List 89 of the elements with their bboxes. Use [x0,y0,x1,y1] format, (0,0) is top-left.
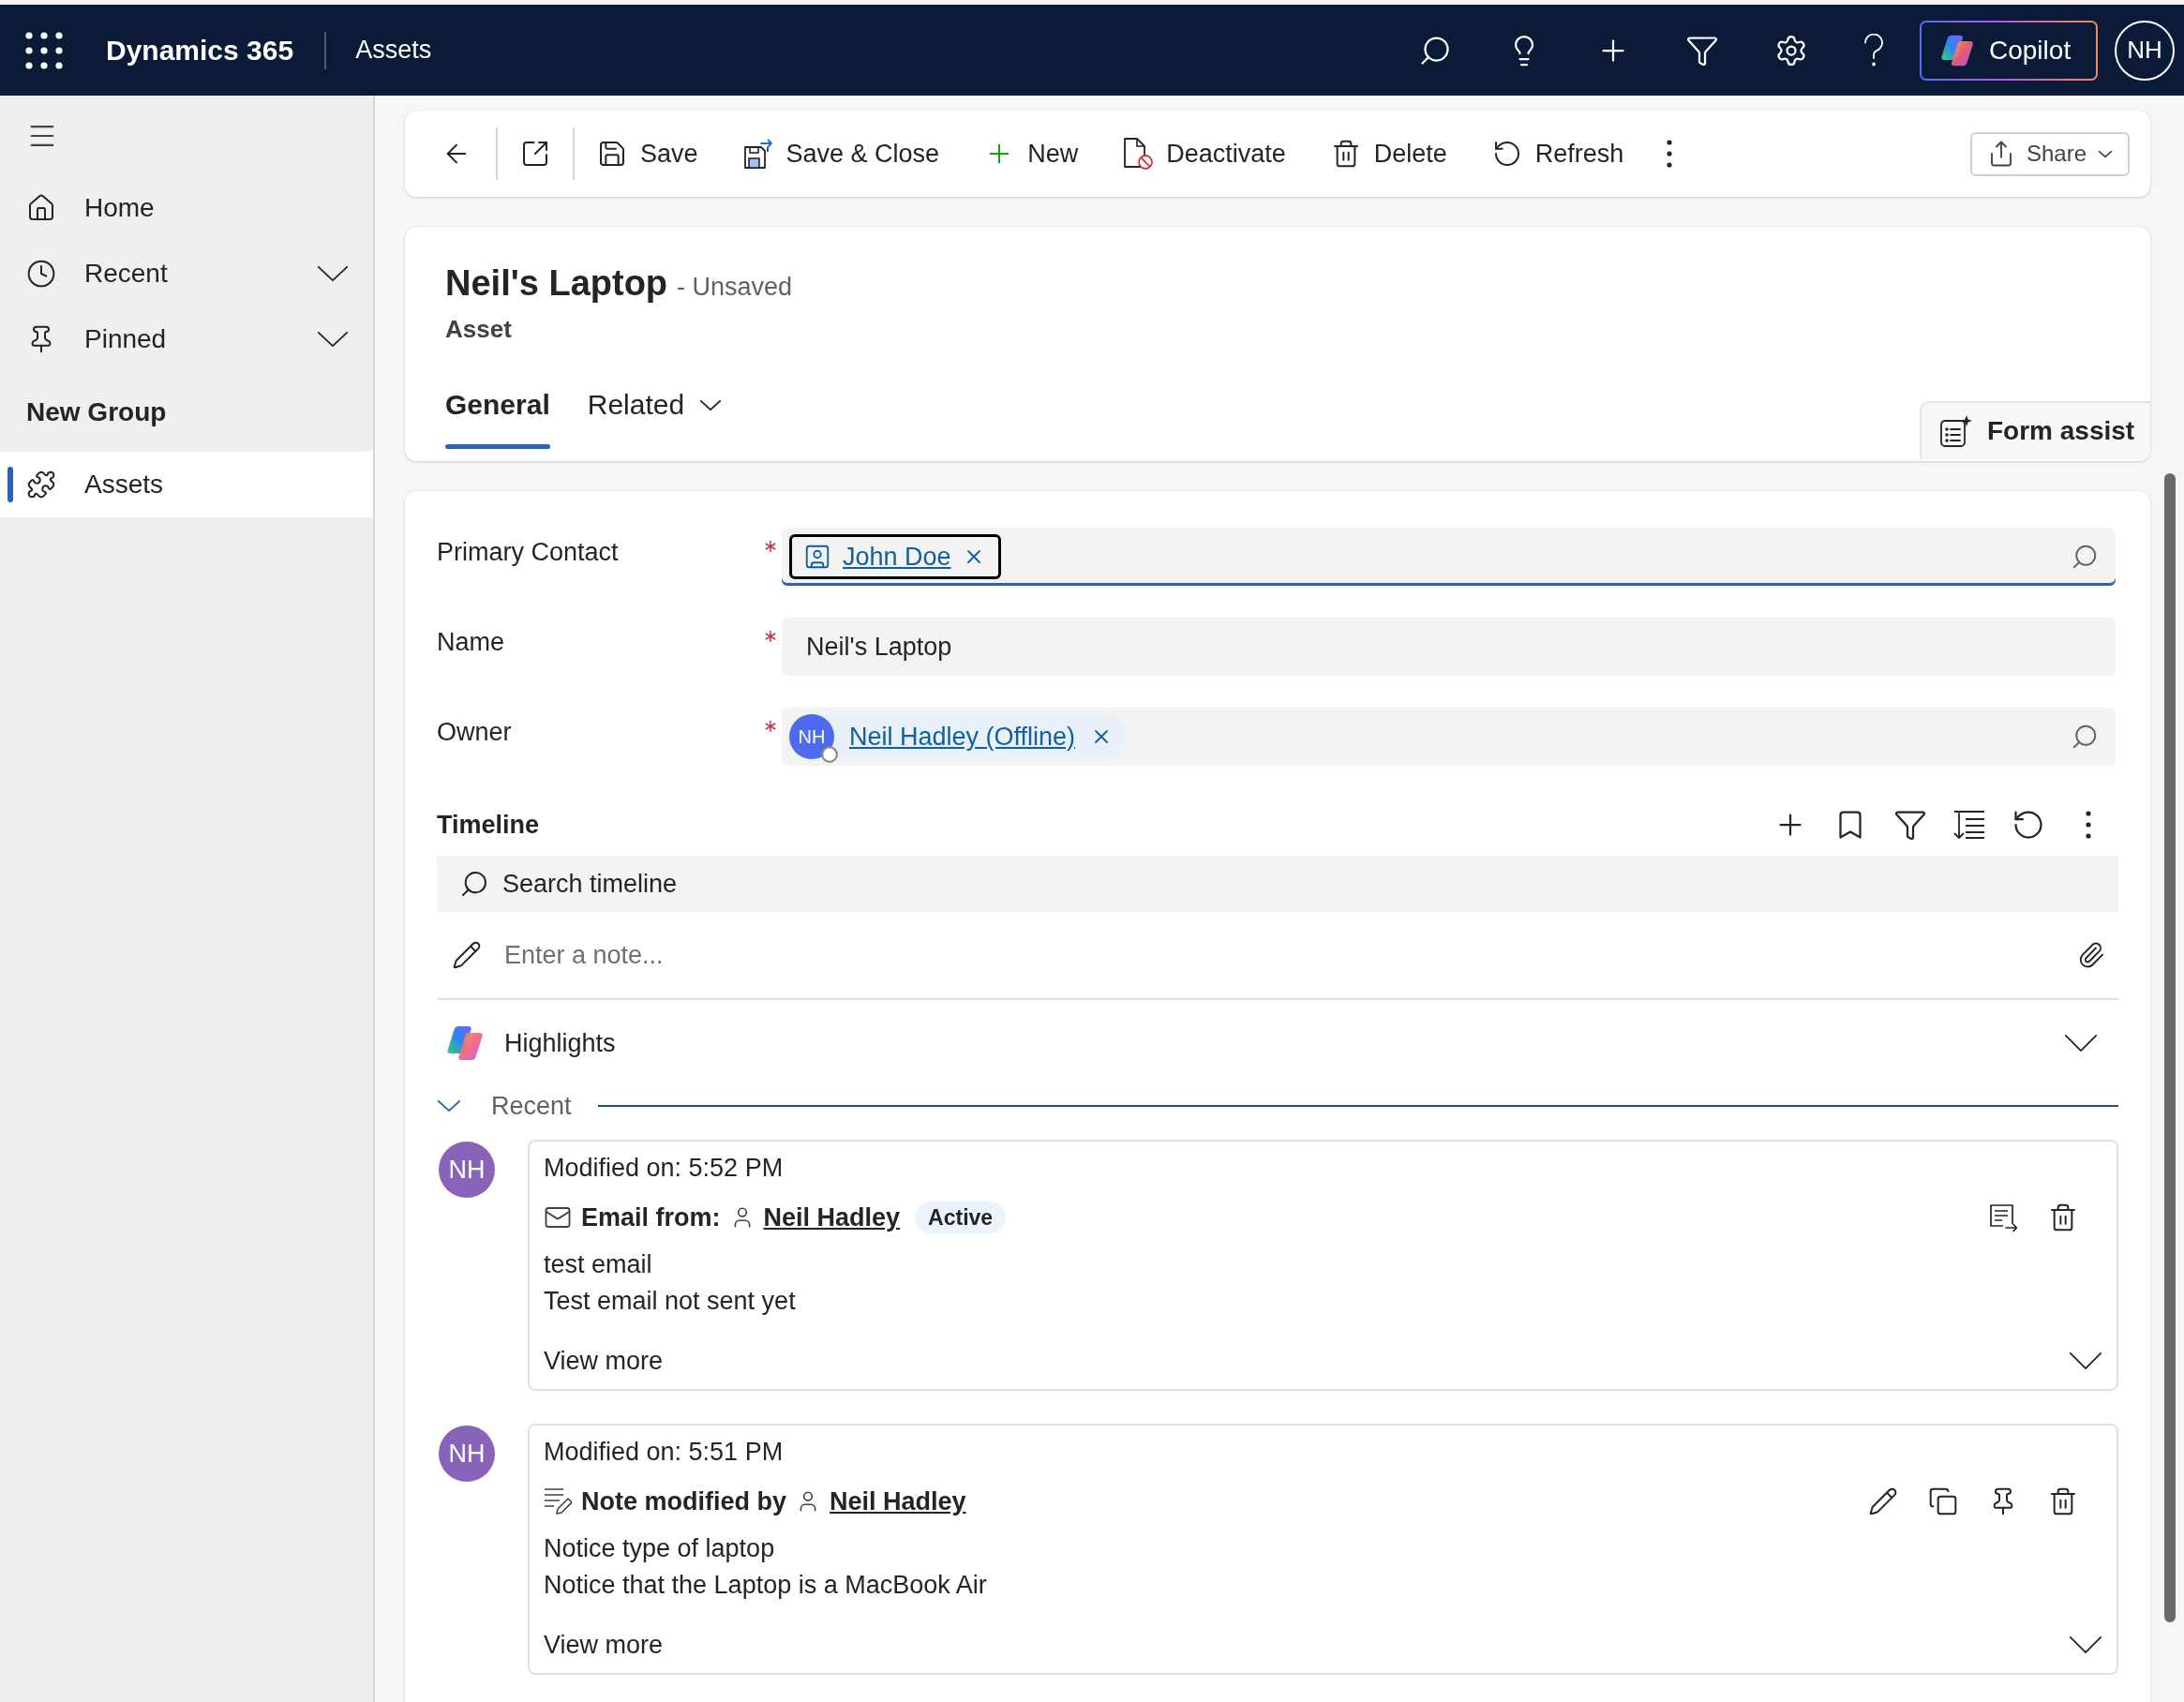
app-launcher-icon[interactable] [25,31,63,69]
entity-name: Asset [445,314,512,344]
status-badge: Active [915,1202,1007,1233]
sidebar-item[interactable]: Home [0,175,373,241]
save-close-button[interactable]: Save & Close [727,126,955,182]
deactivate-button[interactable]: Deactivate [1108,126,1301,182]
puzzle-icon [26,470,56,500]
contact-icon [803,543,831,571]
pencil-icon[interactable] [1868,1486,1898,1516]
chevron-down-icon[interactable] [2069,1635,2102,1654]
avatar: NH [439,1142,495,1198]
field-label: Primary Contact [437,537,620,568]
paperclip-icon[interactable] [2077,941,2105,969]
trash-icon[interactable] [2048,1202,2078,1232]
trash-icon[interactable] [2048,1486,2078,1516]
form-assist-icon [1940,415,1972,447]
lookup-field[interactable]: NH Neil Hadley (Offline) [782,708,2116,766]
chevron-down-icon[interactable] [317,265,349,282]
highlights-header[interactable]: Highlights [437,1000,2118,1086]
more-icon[interactable] [2086,811,2091,839]
copilot-icon [1940,33,1974,67]
filter-icon[interactable] [1893,808,1927,842]
save-status: - Unsaved [677,273,793,302]
refresh-button[interactable]: Refresh [1476,126,1639,182]
contact-link[interactable]: John Doe [843,542,951,572]
tab[interactable]: General [445,375,550,461]
settings-icon[interactable] [1774,33,1808,67]
activity-text: Notice type of laptop [544,1533,775,1564]
copy-icon[interactable] [1928,1486,1958,1516]
lookup-field[interactable]: John Doe [782,528,2116,586]
save-icon [597,139,627,169]
chevron-down-icon[interactable] [2069,1351,2102,1370]
chevron-down-icon[interactable] [437,1099,461,1112]
avatar: NH [789,714,834,759]
app-title: Dynamics 365 [106,34,294,67]
sort-icon[interactable] [1953,810,1985,840]
author-link[interactable]: Neil Hadley [830,1486,966,1516]
selected-indicator [7,467,13,502]
form-assist-button[interactable]: Form assist [1920,401,2150,459]
more-icon[interactable] [1667,140,1673,168]
help-icon[interactable] [1863,33,1884,67]
chevron-down-icon [2098,149,2113,158]
field-label: Name [437,627,506,658]
sidebar-item[interactable]: Assets [0,452,373,517]
share-button[interactable]: Share [1969,131,2130,176]
offline-status-icon [821,746,838,763]
activity-text: Test email not sent yet [544,1286,796,1317]
modified-time: Modified on: 5:52 PM [544,1153,784,1184]
activity-title: Email from: [581,1202,721,1232]
group-heading: New Group [26,396,167,427]
note-field[interactable]: Enter a note... [437,912,2118,1000]
field-label: Owner [437,717,513,748]
activity-title: Note modified by [581,1486,786,1516]
view-more-link[interactable]: View more [544,1346,664,1376]
view-more-link[interactable]: View more [544,1630,664,1660]
timeline-heading: Timeline [437,810,540,840]
save-close-icon [742,139,773,169]
record-title: Neil's Laptop [445,262,668,305]
contact-tag[interactable]: John Doe [789,534,1001,579]
user-avatar[interactable]: NH [2115,20,2175,81]
search-field[interactable]: Search timeline [437,856,2118,912]
activity-text: Notice that the Laptop is a MacBook Air [544,1570,987,1601]
scrollbar-thumb[interactable] [2164,473,2176,1622]
note-icon [544,1487,572,1515]
user-link[interactable]: Neil Hadley (Offline) [849,722,1076,752]
author-link[interactable]: Neil Hadley [763,1202,901,1232]
new-button[interactable]: New [969,126,1094,182]
document-arrow-icon[interactable] [1990,1203,2018,1232]
avatar: NH [439,1426,495,1482]
home-icon [26,193,56,223]
tab[interactable]: Related [587,375,723,461]
delete-button[interactable]: Delete [1315,126,1462,182]
modified-time: Modified on: 5:51 PM [544,1437,784,1468]
activity-text: test email [544,1249,652,1280]
sidebar-item[interactable]: Pinned [0,306,373,372]
copilot-icon [446,1024,484,1062]
save-button[interactable]: Save [582,126,713,182]
search-icon [459,869,489,899]
clock-icon [26,259,56,289]
area-title: Assets [355,36,432,65]
open-new-window-icon[interactable] [520,139,550,169]
copilot-button[interactable]: Copilot [1920,20,2098,81]
refresh-icon[interactable] [2012,808,2045,842]
deactivate-icon [1123,138,1154,170]
sidebar-item[interactable]: Recent [0,241,373,306]
text-field[interactable]: Neil's Laptop [782,618,2116,676]
section-label: Recent [491,1091,572,1121]
chevron-down-icon[interactable] [317,331,349,348]
pencil-icon [452,940,482,970]
